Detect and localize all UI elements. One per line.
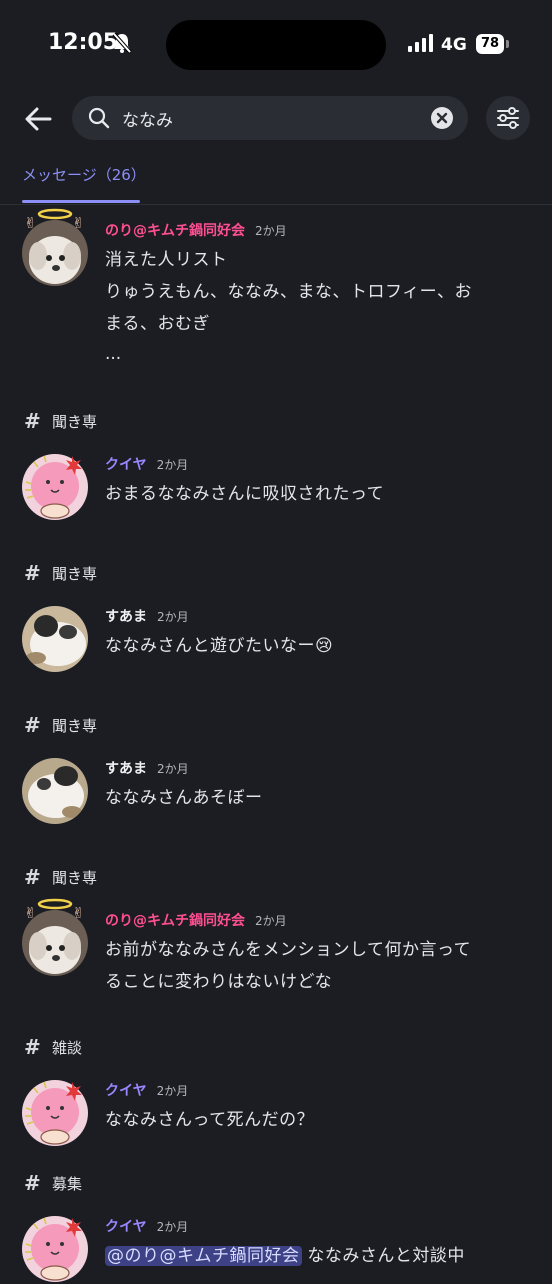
hashtag-icon: # (24, 409, 41, 433)
message-line: まる、おむぎ (105, 314, 210, 334)
avatar (22, 1206, 88, 1282)
message-text: ななみさんと遊びたいなー😢 (105, 630, 530, 662)
message-line: お前がななみさんをメンションして何か言って (105, 940, 472, 960)
avatar: ✌ ✌ (22, 208, 88, 286)
channel-header[interactable]: # 聞き専 (0, 556, 552, 590)
channel-header[interactable]: # 雑談 (0, 1030, 552, 1064)
channel-name: 雑談 (52, 1038, 83, 1057)
timestamp: 2か月 (255, 914, 287, 928)
message-text: 消えた人リスト りゅうえもん、ななみ、まな、トロフィー、お まる、おむぎ (105, 244, 530, 340)
channel-name: 聞き専 (52, 868, 98, 887)
message-text: おまるななみさんに吸収されたって (105, 478, 530, 510)
channel-name: 募集 (52, 1174, 83, 1193)
message-line: ななみさんって死んだの？ (105, 1110, 315, 1130)
author-name[interactable]: のり@キムチ鍋同好会 (105, 910, 245, 930)
channel-name: 聞き専 (52, 412, 98, 431)
message-line: ななみさんあそぼー (105, 788, 263, 808)
author-name[interactable]: クイヤ (105, 454, 147, 474)
timestamp: 2か月 (156, 1084, 189, 1098)
back-arrow-icon (25, 107, 52, 131)
user-mention[interactable]: @のり@キムチ鍋同好会 (105, 1246, 302, 1266)
message-result[interactable]: すあま 2か月 ななみさんと遊びたいなー😢 (0, 590, 552, 672)
author-name[interactable]: すあま (105, 758, 147, 778)
timestamp: 2か月 (156, 1220, 189, 1234)
svg-text:✌: ✌ (72, 904, 85, 920)
sliders-icon (497, 107, 519, 129)
halo-icon: ✌ ✌ (24, 898, 85, 920)
message-text: @のり@キムチ鍋同好会 ななみさんと対談中 (105, 1240, 530, 1272)
sparkle-frame-icon (25, 1081, 82, 1125)
timestamp: 2か月 (255, 224, 287, 238)
timestamp: 2か月 (156, 458, 189, 472)
channel-name: 聞き専 (52, 716, 98, 735)
message-line: 消えた人リスト (105, 250, 228, 270)
message-result[interactable]: すあま 2か月 ななみさんあそぼー (0, 742, 552, 824)
search-results: ✌ ✌ のり@キムチ鍋同好会 2か月 消えた人リスト りゅうえもん、ななみ、まな、… (0, 208, 552, 1282)
message-line: ることに変わりはないけどな (105, 972, 333, 992)
channel-header[interactable]: # 募集 (0, 1166, 552, 1200)
halo-icon: ✌ ✌ (24, 208, 85, 230)
avatar (22, 1070, 88, 1146)
channel-header[interactable]: # 聞き専 (0, 708, 552, 742)
message-line: @のり@キムチ鍋同好会 ななみさんと対談中 (105, 1240, 530, 1272)
message-result[interactable]: クイヤ 2か月 @のり@キムチ鍋同好会 ななみさんと対談中 (0, 1200, 552, 1282)
svg-text:✌: ✌ (24, 904, 37, 920)
message-line: おまるななみさんに吸収されたって (105, 484, 385, 504)
avatar: ✌ ✌ (22, 898, 88, 976)
message-line: ななみさんと遊びたいなー😢 (105, 636, 334, 656)
filter-button[interactable] (486, 96, 530, 140)
clear-search-button[interactable] (431, 107, 453, 129)
more-indicator: ... (105, 344, 122, 364)
battery-icon: 78 (476, 34, 504, 54)
avatar (22, 444, 88, 520)
status-bar: 12:05 4G 78 (0, 0, 552, 86)
author-name[interactable]: のり@キムチ鍋同好会 (105, 220, 245, 240)
author-name[interactable]: クイヤ (105, 1216, 147, 1236)
message-text: ななみさんあそぼー (105, 782, 530, 814)
search-input[interactable] (122, 96, 422, 140)
author-name[interactable]: すあま (105, 606, 147, 626)
signal-icon (408, 34, 434, 56)
message-result[interactable]: クイヤ 2か月 ななみさんって死んだの？ (0, 1064, 552, 1146)
hashtag-icon: # (24, 865, 41, 889)
muted-bell-icon (112, 32, 132, 58)
search-header (0, 96, 552, 142)
message-line-text: ななみさんと対談中 (301, 1246, 465, 1266)
tab-underline (22, 200, 140, 203)
tab-bar: メッセージ（26） (0, 158, 552, 205)
clock: 12:05 (48, 30, 119, 55)
message-result[interactable]: ✌ ✌ のり@キムチ鍋同好会 2か月 消えた人リスト りゅうえもん、ななみ、まな、… (0, 208, 552, 374)
channel-name: 聞き専 (52, 564, 98, 583)
hashtag-icon: # (24, 713, 41, 737)
timestamp: 2か月 (157, 762, 189, 776)
message-result[interactable]: ✌ ✌ のり@キムチ鍋同好会 2か月 お前がななみさんをメンションして何か言って … (0, 894, 552, 1008)
battery-tip (506, 40, 509, 48)
avatar (22, 596, 88, 672)
search-icon (88, 107, 110, 133)
author-name[interactable]: クイヤ (105, 1080, 147, 1100)
timestamp: 2か月 (157, 610, 189, 624)
sparkle-frame-icon (25, 1217, 82, 1261)
tab-messages[interactable]: メッセージ（26） (22, 164, 146, 185)
search-box[interactable] (72, 96, 468, 140)
hashtag-icon: # (24, 1171, 41, 1195)
dynamic-island (166, 20, 386, 70)
close-icon (436, 112, 448, 124)
hashtag-icon: # (24, 1035, 41, 1059)
message-text: お前がななみさんをメンションして何か言って ることに変わりはないけどな (105, 934, 530, 998)
svg-text:✌: ✌ (72, 214, 85, 230)
hashtag-icon: # (24, 561, 41, 585)
message-line: りゅうえもん、ななみ、まな、トロフィー、お (105, 282, 472, 302)
channel-header[interactable]: # 聞き専 (0, 404, 552, 438)
channel-header[interactable]: # 聞き専 (0, 860, 552, 894)
message-text: ななみさんって死んだの？ (105, 1104, 530, 1136)
network-type: 4G (441, 35, 467, 55)
message-result[interactable]: クイヤ 2か月 おまるななみさんに吸収されたって (0, 438, 552, 520)
avatar (22, 748, 88, 824)
sparkle-frame-icon (25, 455, 82, 499)
svg-text:✌: ✌ (24, 214, 37, 230)
back-button[interactable] (22, 102, 56, 136)
